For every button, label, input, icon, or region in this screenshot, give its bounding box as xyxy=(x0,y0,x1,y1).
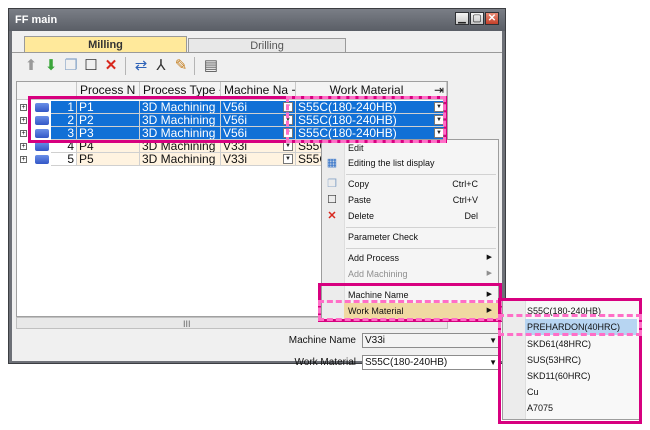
folder-icon xyxy=(35,142,49,151)
link-icon[interactable]: ⇄ xyxy=(132,57,150,75)
work-material-select[interactable]: S55C(180-240HB) ▼ xyxy=(362,355,500,370)
process-type-cell[interactable]: 3D Machining xyxy=(140,153,221,166)
database-icon[interactable]: ▤ xyxy=(202,57,220,75)
chevron-right-icon: ▶ xyxy=(486,270,492,277)
work-material-menu-highlight xyxy=(318,300,502,321)
list-display-icon: ▦ xyxy=(326,157,338,169)
menu-separator xyxy=(346,248,496,249)
toolbar-separator xyxy=(194,57,195,75)
edit-list-icon[interactable]: ✎ xyxy=(172,57,190,75)
close-button[interactable]: ✕ xyxy=(485,12,499,25)
machine-name-select[interactable]: V33i ▼ xyxy=(362,333,500,348)
expand-icon[interactable]: + xyxy=(20,117,27,124)
menu-item-add-process[interactable]: Add Process ▶ xyxy=(344,250,498,266)
chevron-down-icon: ▼ xyxy=(489,358,497,367)
scroll-grip[interactable]: III xyxy=(183,319,191,329)
menu-separator xyxy=(346,227,496,228)
paste-icon[interactable]: ☐ xyxy=(82,57,100,75)
prehardon-highlight xyxy=(498,314,642,336)
menu-item-copy[interactable]: Copy Ctrl+C xyxy=(344,176,498,192)
machine-name-cell[interactable]: V33i ▼ xyxy=(221,153,296,166)
tab-drilling[interactable]: Drilling xyxy=(188,38,346,53)
chevron-down-icon: ▼ xyxy=(489,336,497,345)
title-bar[interactable]: FF main ▁ ▢ ✕ xyxy=(9,9,505,31)
expand-icon[interactable]: + xyxy=(20,130,27,137)
work-material-column-highlight xyxy=(286,96,446,143)
arrow-up-icon[interactable]: ⬆ xyxy=(22,57,40,75)
menu-separator xyxy=(346,174,496,175)
delete-icon: ✕ xyxy=(327,210,337,222)
menu-item-delete[interactable]: Delete Del xyxy=(344,208,498,224)
menu-item-add-machining: Add Machining ▶ xyxy=(344,266,498,282)
axis-icon[interactable]: ⅄ xyxy=(152,57,170,75)
menu-item-editing-list-display[interactable]: Editing the list display xyxy=(344,155,498,171)
machine-name-label: Machine Name xyxy=(288,335,356,346)
minimize-button[interactable]: ▁ xyxy=(455,12,469,25)
expand-icon[interactable]: + xyxy=(20,156,27,163)
work-material-label: Work Material xyxy=(294,357,357,368)
process-name-cell[interactable]: P5 xyxy=(77,153,140,166)
copy-icon[interactable]: ❐ xyxy=(62,57,80,75)
toolbar-separator xyxy=(125,57,126,75)
row-number: 5 xyxy=(51,153,77,166)
tab-divider xyxy=(12,52,502,53)
window-title: FF main xyxy=(15,14,58,26)
tab-milling[interactable]: Milling xyxy=(24,36,187,53)
maximize-button[interactable]: ▢ xyxy=(470,12,484,25)
chevron-down-icon[interactable]: ▼ xyxy=(283,154,293,164)
expand-icon[interactable]: + xyxy=(20,143,27,150)
folder-icon xyxy=(35,155,49,164)
paste-icon: ☐ xyxy=(327,194,337,206)
arrow-down-icon[interactable]: ⬇ xyxy=(42,57,60,75)
menu-item-parameter-check[interactable]: Parameter Check xyxy=(344,229,498,245)
expand-icon[interactable]: + xyxy=(20,104,27,111)
chevron-right-icon: ▶ xyxy=(486,254,492,261)
delete-icon[interactable]: ✕ xyxy=(102,57,120,75)
copy-icon: ❐ xyxy=(327,178,337,190)
menu-item-paste[interactable]: Paste Ctrl+V xyxy=(344,192,498,208)
